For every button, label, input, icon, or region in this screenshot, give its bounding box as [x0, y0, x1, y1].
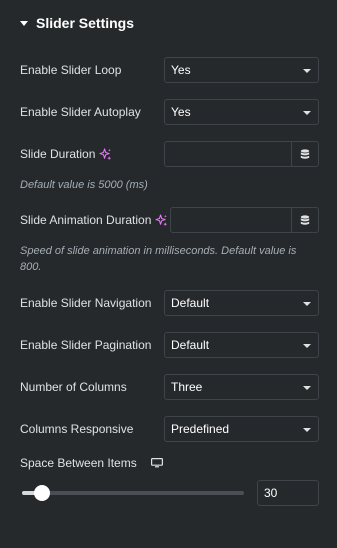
slider-loop-label: Enable Slider Loop: [20, 63, 122, 77]
slide-duration-input[interactable]: [165, 142, 291, 166]
dynamic-tags-button[interactable]: [291, 142, 318, 166]
number-of-columns-value: Three: [171, 380, 203, 394]
chevron-down-icon: [303, 428, 311, 432]
columns-responsive-value: Predefined: [171, 422, 230, 436]
slider-autoplay-label: Enable Slider Autoplay: [20, 105, 141, 119]
slide-animation-field: [170, 207, 319, 233]
chevron-down-icon: [303, 386, 311, 390]
slide-duration-label-text: Slide Duration: [20, 147, 96, 161]
sparkle-icon[interactable]: [155, 213, 168, 227]
slider-pagination-row: Enable Slider Pagination Default: [20, 332, 319, 358]
section-header[interactable]: Slider Settings: [20, 14, 134, 32]
slider-navigation-value: Default: [171, 296, 210, 310]
slider-loop-value: Yes: [171, 63, 191, 77]
slide-duration-row: Slide Duration: [20, 141, 319, 167]
space-between-label: Space Between Items: [20, 456, 137, 470]
slide-duration-label: Slide Duration: [20, 147, 112, 161]
slide-animation-label-text: Slide Animation Duration: [20, 213, 152, 227]
slide-duration-help: Default value is 5000 (ms): [20, 179, 148, 191]
slide-animation-row: Slide Animation Duration: [20, 207, 319, 233]
sparkle-icon[interactable]: [99, 147, 112, 161]
columns-responsive-row: Columns Responsive Predefined: [20, 416, 319, 442]
slider-autoplay-row: Enable Slider Autoplay Yes: [20, 99, 319, 125]
space-between-row: Space Between Items: [20, 451, 319, 475]
chevron-down-icon: [303, 69, 311, 73]
space-between-input[interactable]: [257, 480, 319, 506]
slider-loop-select[interactable]: Yes: [164, 57, 319, 83]
slider-pagination-label: Enable Slider Pagination: [20, 338, 152, 352]
number-of-columns-label: Number of Columns: [20, 380, 127, 394]
slider-pagination-value: Default: [171, 338, 210, 352]
number-of-columns-row: Number of Columns Three: [20, 374, 319, 400]
number-of-columns-select[interactable]: Three: [164, 374, 319, 400]
slider-pagination-select[interactable]: Default: [164, 332, 319, 358]
columns-responsive-label: Columns Responsive: [20, 422, 134, 436]
dynamic-tags-button[interactable]: [291, 208, 318, 232]
slider-handle[interactable]: [33, 485, 50, 501]
space-between-slider[interactable]: [22, 485, 244, 501]
slider-navigation-select[interactable]: Default: [164, 290, 319, 316]
database-icon: [300, 148, 310, 159]
slide-animation-label: Slide Animation Duration: [20, 213, 168, 227]
slide-duration-field: [164, 141, 319, 167]
section-title: Slider Settings: [36, 15, 135, 31]
slider-autoplay-select[interactable]: Yes: [164, 99, 319, 125]
chevron-down-icon: [303, 302, 311, 306]
caret-down-icon: [20, 21, 28, 26]
desktop-icon[interactable]: [150, 458, 163, 468]
slider-autoplay-value: Yes: [171, 105, 191, 119]
slider-settings-panel: Slider Settings Enable Slider Loop Yes E…: [0, 0, 337, 548]
slide-animation-input[interactable]: [171, 208, 291, 232]
chevron-down-icon: [303, 111, 311, 115]
columns-responsive-select[interactable]: Predefined: [164, 416, 319, 442]
slide-animation-help: Speed of slide animation in milliseconds…: [20, 245, 297, 273]
database-icon: [300, 214, 310, 225]
slider-navigation-row: Enable Slider Navigation Default: [20, 290, 319, 316]
slider-loop-row: Enable Slider Loop Yes: [20, 57, 319, 83]
slider-navigation-label: Enable Slider Navigation: [20, 296, 152, 310]
chevron-down-icon: [303, 344, 311, 348]
